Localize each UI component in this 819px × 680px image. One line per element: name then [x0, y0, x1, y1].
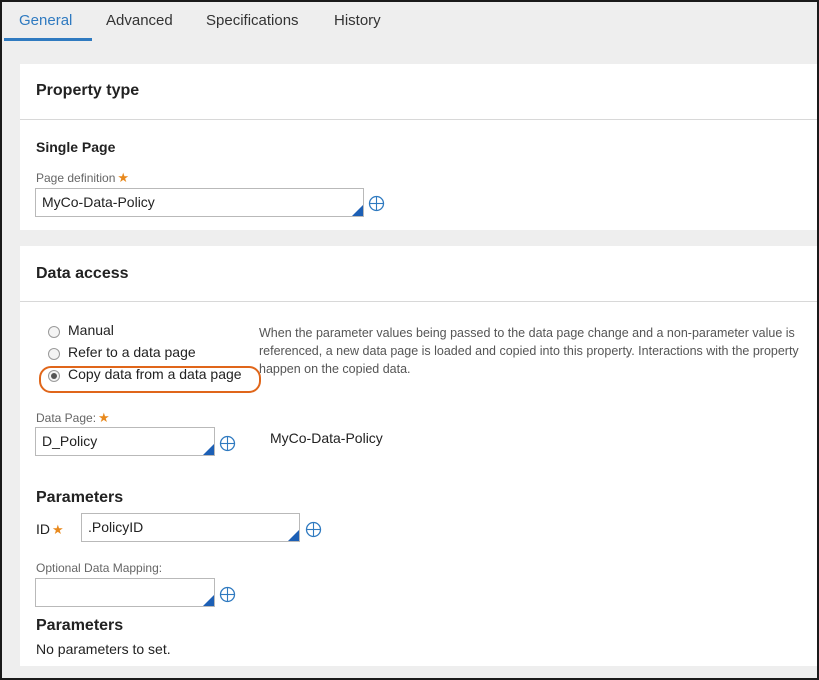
- radio-manual[interactable]: Manual: [48, 322, 228, 342]
- autocomplete-corner-icon: [203, 444, 214, 455]
- selected-option-highlight: [39, 366, 261, 393]
- param-id-input[interactable]: .PolicyID: [81, 513, 300, 542]
- page-definition-label: Page definition ★: [36, 170, 130, 185]
- radio-manual-label: Manual: [68, 322, 114, 338]
- tab-specifications[interactable]: Specifications: [206, 12, 299, 29]
- property-type-panel: Property type Single Page Page definitio…: [20, 64, 817, 230]
- crosshair-icon[interactable]: [219, 586, 236, 603]
- radio-manual-circle[interactable]: [48, 326, 60, 338]
- tab-advanced[interactable]: Advanced: [106, 12, 173, 29]
- no-parameters-text: No parameters to set.: [36, 641, 171, 657]
- required-marker: ★: [52, 522, 64, 537]
- optional-mapping-label: Optional Data Mapping:: [36, 561, 163, 575]
- tab-history[interactable]: History: [334, 12, 381, 29]
- property-type-header: Property type: [20, 64, 817, 120]
- radio-refer-label: Refer to a data page: [68, 344, 196, 360]
- required-marker: ★: [117, 170, 130, 185]
- crosshair-icon[interactable]: [305, 521, 322, 538]
- data-page-class: MyCo-Data-Policy: [270, 430, 383, 446]
- data-access-header: Data access: [20, 246, 817, 302]
- data-access-title: Data access: [36, 265, 129, 282]
- tab-bar: General Advanced Specifications History: [2, 2, 817, 42]
- required-marker: ★: [98, 410, 110, 425]
- radio-refer-data-page[interactable]: Refer to a data page: [48, 344, 248, 364]
- tab-general[interactable]: General: [19, 12, 72, 29]
- rule-form-window: General Advanced Specifications History …: [0, 0, 819, 680]
- crosshair-icon[interactable]: [368, 195, 385, 212]
- crosshair-icon[interactable]: [219, 435, 236, 452]
- data-page-input[interactable]: D_Policy: [35, 427, 215, 456]
- autocomplete-corner-icon: [288, 530, 299, 541]
- autocomplete-corner-icon: [203, 595, 214, 606]
- data-page-value: D_Policy: [42, 433, 98, 449]
- property-type-title: Property type: [36, 82, 140, 99]
- data-page-label: Data Page: ★: [36, 410, 110, 425]
- page-definition-value: MyCo-Data-Policy: [42, 194, 155, 210]
- param-id-value: .PolicyID: [88, 519, 144, 535]
- radio-refer-circle[interactable]: [48, 348, 60, 360]
- active-tab-indicator: [4, 38, 92, 41]
- data-access-description: When the parameter values being passed t…: [259, 326, 799, 376]
- parameters-heading-2: Parameters: [36, 617, 124, 634]
- autocomplete-corner-icon: [352, 205, 363, 216]
- parameters-heading: Parameters: [36, 489, 124, 506]
- param-id-label: ID ★: [36, 521, 64, 537]
- optional-mapping-input[interactable]: [35, 578, 215, 607]
- page-definition-input[interactable]: MyCo-Data-Policy: [35, 188, 364, 217]
- data-access-panel: Data access Manual Refer to a data page …: [20, 246, 817, 666]
- property-mode-label: Single Page: [36, 139, 116, 155]
